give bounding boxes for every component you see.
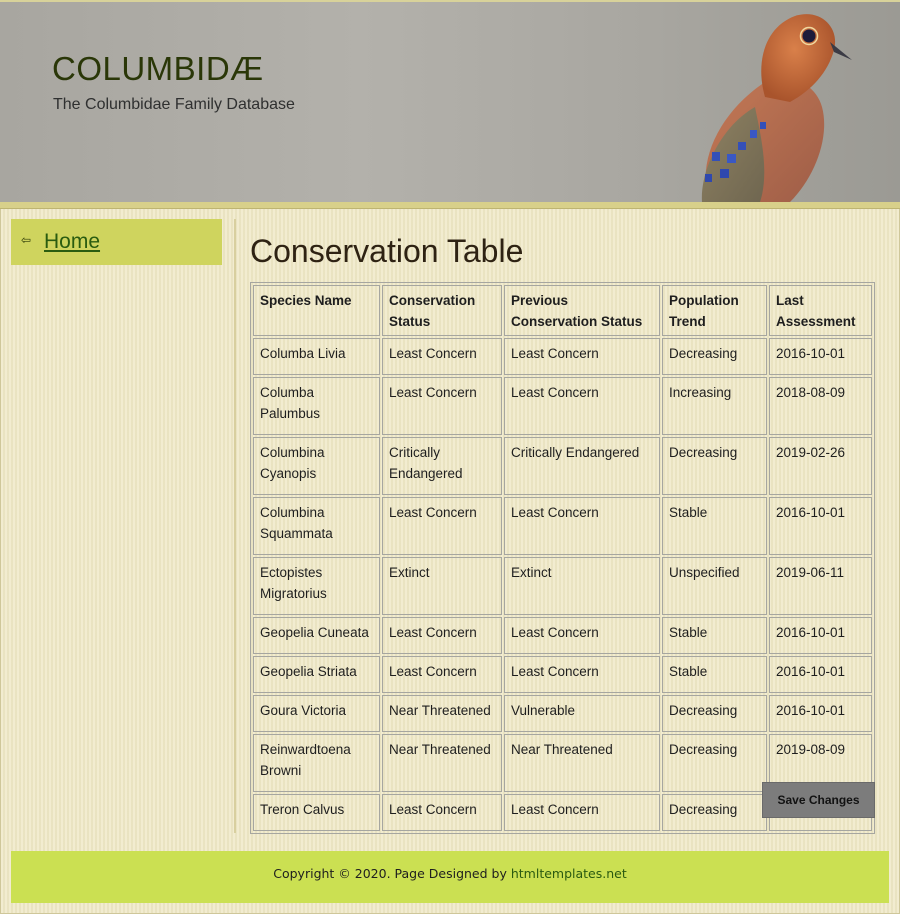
table-cell[interactable]: Unspecified	[662, 557, 767, 615]
table-cell[interactable]: 2016-10-01	[769, 656, 872, 693]
table-cell[interactable]: 2016-10-01	[769, 695, 872, 732]
table-row: Geopelia Striata Least Concern Least Conce…	[253, 656, 872, 693]
table-row: Goura Victoria Near Threatened Vulnerable D…	[253, 695, 872, 732]
table-cell[interactable]: Stable	[662, 497, 767, 555]
footer-copyright: Copyright © 2020. Page Designed by	[273, 866, 511, 881]
column-header: Population Trend	[662, 285, 767, 336]
table-cell[interactable]: Decreasing	[662, 338, 767, 375]
table-cell[interactable]: Decreasing	[662, 794, 767, 831]
conservation-table-wrapper: Species Name Conservation Status Previou…	[250, 282, 875, 834]
site-title: COLUMBIDÆ	[52, 50, 264, 87]
table-cell[interactable]: Critically Endangered	[504, 437, 660, 495]
table-cell[interactable]: Least Concern	[382, 338, 502, 375]
sidebar: ⇦ Home	[11, 219, 222, 265]
table-cell[interactable]: Decreasing	[662, 437, 767, 495]
page-body: ⇦ Home Conservation Table Species Name C…	[0, 209, 900, 914]
table-cell[interactable]: Treron Calvus	[253, 794, 380, 831]
table-cell[interactable]: Near Threatened	[382, 695, 502, 732]
conservation-table: Species Name Conservation Status Previou…	[250, 282, 875, 834]
table-cell[interactable]: Extinct	[504, 557, 660, 615]
column-header: Previous Conservation Status	[504, 285, 660, 336]
table-cell[interactable]: Near Threatened	[504, 734, 660, 792]
table-cell[interactable]: Columba Livia	[253, 338, 380, 375]
table-cell[interactable]: Least Concern	[382, 497, 502, 555]
table-cell[interactable]: Least Concern	[504, 377, 660, 435]
page-title: Conservation Table	[250, 233, 524, 269]
header-border	[0, 202, 900, 209]
table-cell[interactable]: Columba Palumbus	[253, 377, 380, 435]
table-cell[interactable]: Least Concern	[504, 794, 660, 831]
table-cell[interactable]: Least Concern	[504, 497, 660, 555]
table-cell[interactable]: Goura Victoria	[253, 695, 380, 732]
table-cell[interactable]: Extinct	[382, 557, 502, 615]
dove-photo	[701, 14, 852, 202]
column-header: Conservation Status	[382, 285, 502, 336]
table-cell[interactable]: 2019-02-26	[769, 437, 872, 495]
table-cell[interactable]: Stable	[662, 617, 767, 654]
table-cell[interactable]: 2016-10-01	[769, 617, 872, 654]
table-cell[interactable]: Stable	[662, 656, 767, 693]
table-cell[interactable]: Least Concern	[382, 656, 502, 693]
table-row: Ectopistes Migratorius Extinct Extinct Unsp…	[253, 557, 872, 615]
column-header: Last Assessment	[769, 285, 872, 336]
table-cell[interactable]: Least Concern	[382, 617, 502, 654]
table-cell[interactable]: Least Concern	[504, 617, 660, 654]
table-cell[interactable]: Near Threatened	[382, 734, 502, 792]
table-cell[interactable]: Geopelia Striata	[253, 656, 380, 693]
table-row: Columba Livia Least Concern Least Concern D…	[253, 338, 872, 375]
table-cell[interactable]: 2019-06-11	[769, 557, 872, 615]
table-cell[interactable]: 2016-10-01	[769, 497, 872, 555]
table-row: Columbina Cyanopis Critically Endangered C…	[253, 437, 872, 495]
table-cell[interactable]: 2018-08-09	[769, 377, 872, 435]
table-cell[interactable]: 2016-10-01	[769, 338, 872, 375]
site-footer: Copyright © 2020. Page Designed by htmlt…	[11, 851, 889, 903]
save-changes-button[interactable]: Save Changes	[762, 782, 875, 818]
site-header: COLUMBIDÆ The Columbidae Family Database	[0, 0, 900, 202]
arrow-left-icon: ⇦	[21, 233, 32, 247]
table-cell[interactable]: Vulnerable	[504, 695, 660, 732]
table-cell[interactable]: Least Concern	[504, 338, 660, 375]
site-subtitle: The Columbidae Family Database	[53, 96, 295, 113]
table-cell[interactable]: Ectopistes Migratorius	[253, 557, 380, 615]
table-cell[interactable]: Columbina Cyanopis	[253, 437, 380, 495]
table-cell[interactable]: Decreasing	[662, 734, 767, 792]
sidebar-divider	[234, 219, 236, 833]
table-cell[interactable]: Least Concern	[504, 656, 660, 693]
table-cell[interactable]: Columbina Squammata	[253, 497, 380, 555]
table-cell[interactable]: Least Concern	[382, 377, 502, 435]
footer-link[interactable]: htmltemplates.net	[511, 866, 627, 881]
sidebar-item-home[interactable]: Home	[44, 230, 100, 254]
table-cell[interactable]: Increasing	[662, 377, 767, 435]
column-header: Species Name	[253, 285, 380, 336]
table-cell[interactable]: Geopelia Cuneata	[253, 617, 380, 654]
table-row: Columbina Squammata Least Concern Least Co…	[253, 497, 872, 555]
table-cell[interactable]: Reinwardtoena Browni	[253, 734, 380, 792]
table-cell[interactable]: Critically Endangered	[382, 437, 502, 495]
table-cell[interactable]: Decreasing	[662, 695, 767, 732]
table-row: Geopelia Cuneata Least Concern Least Conce…	[253, 617, 872, 654]
table-header-row: Species Name Conservation Status Previou…	[253, 285, 872, 336]
table-cell[interactable]: Least Concern	[382, 794, 502, 831]
table-row: Columba Palumbus Least Concern Least Conce…	[253, 377, 872, 435]
